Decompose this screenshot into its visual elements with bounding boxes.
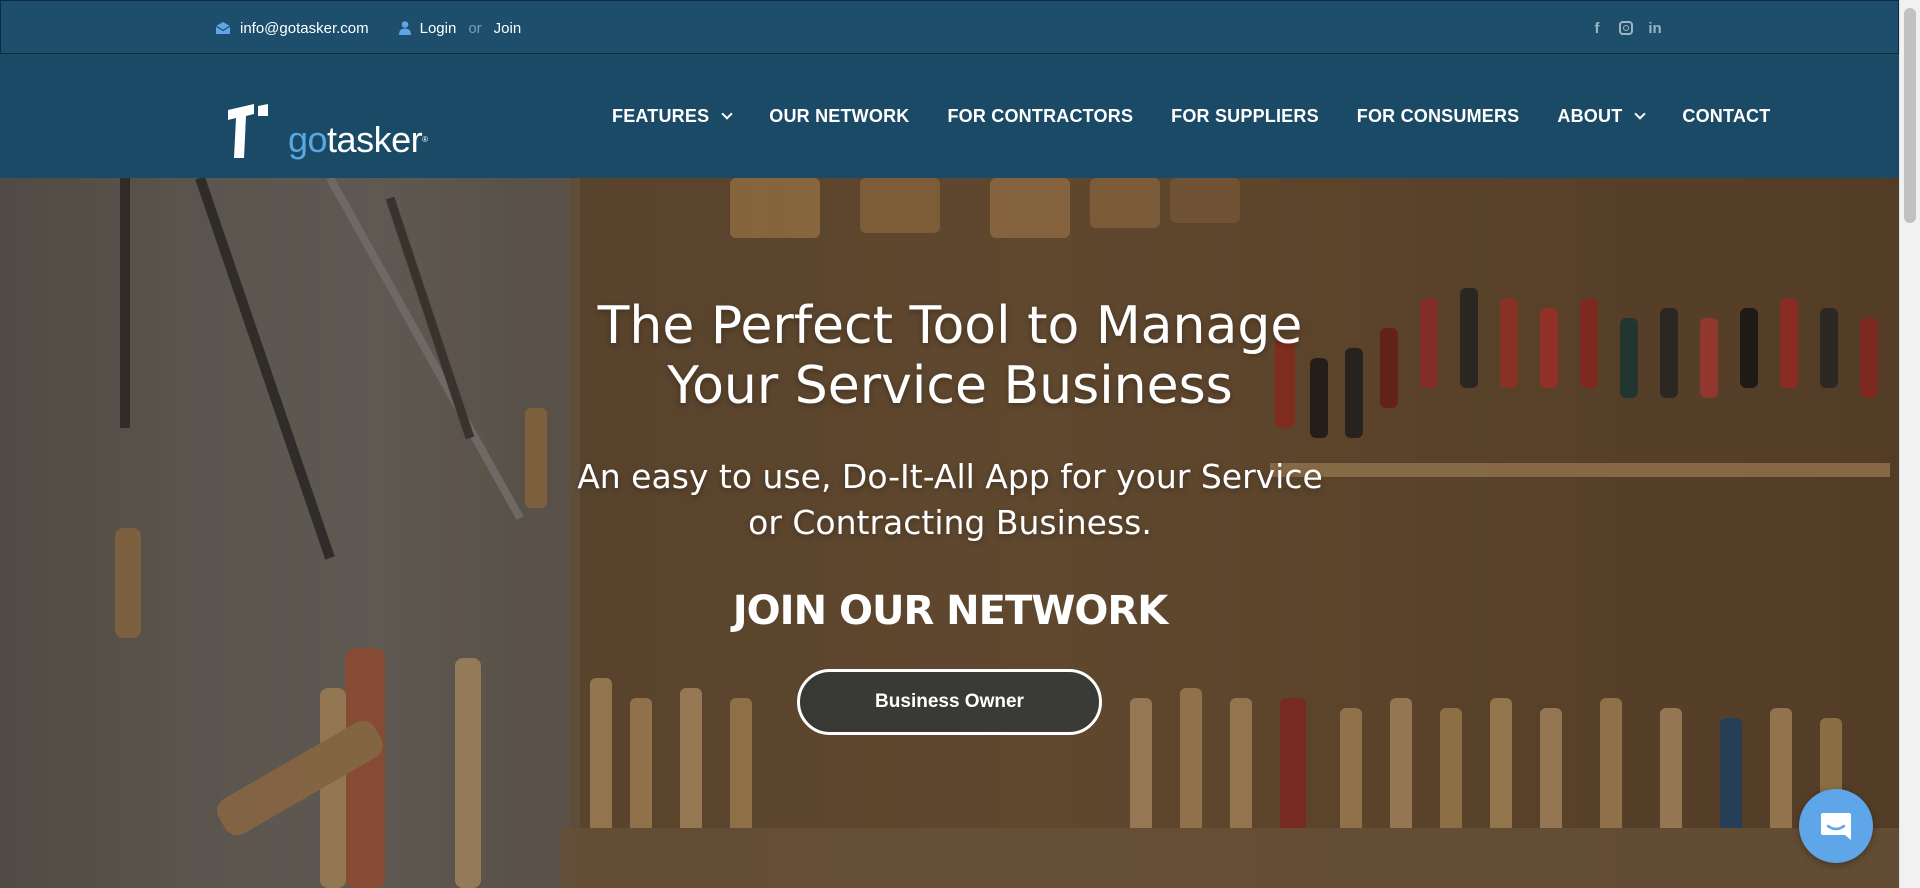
nav-about[interactable]: ABOUT	[1557, 105, 1647, 127]
hero-section: The Perfect Tool to Manage Your Service …	[0, 178, 1899, 888]
social-links: f in	[1589, 1, 1663, 55]
hero-subtitle: An easy to use, Do-It-All App for your S…	[480, 454, 1420, 546]
email-text: info@gotasker.com	[240, 19, 369, 37]
logo-tasker: tasker	[327, 119, 423, 160]
or-separator: or	[468, 19, 482, 37]
nav-contact[interactable]: CONTACT	[1682, 106, 1770, 127]
hero-title: The Perfect Tool to Manage Your Service …	[430, 296, 1470, 416]
login-link[interactable]: Login	[420, 20, 457, 37]
gotasker-logo[interactable]: gotasker®	[224, 102, 428, 158]
facebook-icon[interactable]: f	[1589, 20, 1605, 37]
page-scrollbar[interactable]	[1899, 0, 1920, 888]
envelope-icon	[215, 22, 231, 34]
instagram-icon[interactable]	[1619, 21, 1633, 35]
nav-about-label: ABOUT	[1557, 105, 1623, 126]
hero-content: The Perfect Tool to Manage Your Service …	[0, 178, 1899, 888]
top-bar: info@gotasker.com Login or Join f in	[0, 0, 1899, 54]
account-links: Login or Join	[398, 19, 522, 37]
hero-title-line1: The Perfect Tool to Manage	[597, 296, 1303, 356]
hero-title-line2: Your Service Business	[667, 356, 1233, 416]
nav-for-contractors-label: FOR CONTRACTORS	[947, 105, 1134, 126]
top-bar-contact: info@gotasker.com Login or Join	[215, 1, 521, 55]
chat-icon	[1821, 813, 1851, 840]
email-link[interactable]: info@gotasker.com	[215, 20, 369, 37]
nav-our-network[interactable]: OUR NETWORK	[769, 106, 909, 127]
nav-for-consumers[interactable]: FOR CONSUMERS	[1357, 106, 1520, 127]
nav-features-label: FEATURES	[612, 105, 710, 126]
hero-subtitle-line1: An easy to use, Do-It-All App for your S…	[577, 457, 1323, 496]
nav-for-contractors[interactable]: FOR CONTRACTORS	[947, 106, 1133, 127]
nav-for-consumers-label: FOR CONSUMERS	[1356, 105, 1520, 126]
chevron-down-icon	[721, 108, 733, 120]
nav-for-suppliers-label: FOR SUPPLIERS	[1171, 105, 1319, 126]
main-nav: FEATURES OUR NETWORK FOR CONTRACTORS FOR…	[612, 54, 1770, 178]
nav-our-network-label: OUR NETWORK	[769, 105, 910, 126]
registered-mark: ®	[422, 135, 428, 144]
logo-mark-icon	[228, 104, 268, 158]
hero-subtitle-line2: or Contracting Business.	[748, 503, 1152, 542]
logo-wordmark: gotasker®	[288, 122, 428, 158]
join-network-heading: JOIN OUR NETWORK	[732, 588, 1168, 634]
chat-launcher-button[interactable]	[1799, 789, 1873, 863]
nav-contact-label: CONTACT	[1682, 105, 1771, 126]
linkedin-icon[interactable]: in	[1647, 20, 1663, 37]
scrollbar-thumb[interactable]	[1904, 8, 1916, 223]
nav-for-suppliers[interactable]: FOR SUPPLIERS	[1171, 106, 1319, 127]
chevron-down-icon	[1634, 108, 1647, 120]
business-owner-button[interactable]: Business Owner	[797, 669, 1102, 735]
logo-go: go	[288, 119, 328, 160]
main-header: gotasker® FEATURES OUR NETWORK FOR CONTR…	[0, 54, 1899, 178]
nav-features[interactable]: FEATURES	[612, 105, 733, 127]
join-link[interactable]: Join	[494, 20, 522, 37]
user-icon	[398, 21, 411, 35]
